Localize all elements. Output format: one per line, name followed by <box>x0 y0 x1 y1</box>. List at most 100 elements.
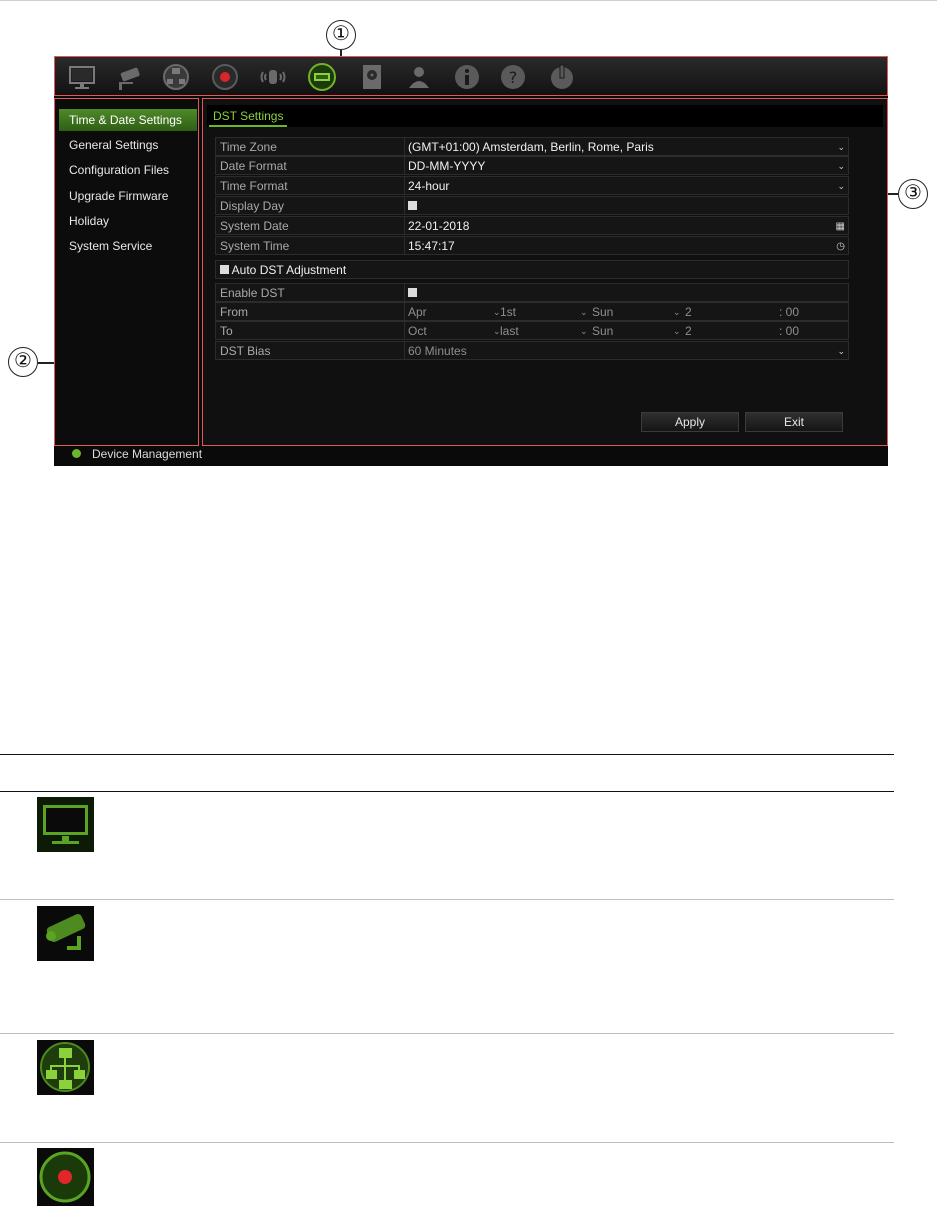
row-to: To Oct ⌄ last ⌄ Sun ⌄ 2 : 00 <box>215 321 849 340</box>
from-day-select[interactable]: Sun <box>592 303 613 322</box>
system-time-field[interactable]: 15:47:17 <box>408 237 844 256</box>
from-label: From <box>220 305 248 319</box>
device-management-icon <box>72 449 81 458</box>
storage-icon[interactable] <box>357 62 387 92</box>
monitor-icon <box>37 797 94 852</box>
enable-dst-label: Enable DST <box>220 286 285 300</box>
row-divider <box>404 303 405 320</box>
apply-button[interactable]: Apply <box>641 412 739 432</box>
chevron-down-icon: ⌄ <box>837 346 845 356</box>
network-icon <box>37 1040 94 1095</box>
time-format-select[interactable]: 24-hour <box>408 177 844 196</box>
table-header-rule <box>0 791 894 792</box>
callout-3: ③ <box>898 179 928 209</box>
time-format-label: Time Format <box>220 179 288 193</box>
system-date-label: System Date <box>220 219 289 233</box>
from-minute-field[interactable]: : 00 <box>779 303 799 322</box>
power-icon[interactable] <box>547 62 577 92</box>
settings-panel: DST Settings Time Zone (GMT+01:00) Amste… <box>202 98 888 446</box>
system-date-field[interactable]: 22-01-2018 <box>408 217 844 236</box>
table-top-rule <box>0 754 894 755</box>
settings-sidebar: Time & Date Settings General Settings Co… <box>54 98 199 446</box>
camera-icon <box>37 906 94 961</box>
svg-text:?: ? <box>509 68 518 87</box>
auto-dst-checkbox[interactable] <box>220 265 229 275</box>
auto-dst-label: Auto DST Adjustment <box>231 263 347 277</box>
to-minute-field[interactable]: : 00 <box>779 322 799 341</box>
row-date-format[interactable]: Date Format DD-MM-YYYY ⌄ <box>215 156 849 175</box>
exit-button[interactable]: Exit <box>745 412 843 432</box>
row-dst-bias[interactable]: DST Bias 60 Minutes ⌄ <box>215 341 849 360</box>
table-row-rule <box>0 899 894 900</box>
row-enable-dst[interactable]: Enable DST <box>215 283 849 302</box>
display-day-checkbox[interactable] <box>408 201 417 211</box>
row-time-zone[interactable]: Time Zone (GMT+01:00) Amsterdam, Berlin,… <box>215 137 849 156</box>
bottom-status-bar: Device Management <box>54 446 888 466</box>
system-time-label: System Time <box>220 239 290 253</box>
main-toolbar: ? <box>54 56 888 96</box>
from-month-select[interactable]: Apr <box>408 303 427 322</box>
time-zone-label: Time Zone <box>220 140 277 154</box>
to-hour-select[interactable]: 2 <box>685 322 692 341</box>
row-system-date[interactable]: System Date 22-01-2018 ▦ <box>215 216 849 235</box>
auto-dst-label-wrap: Auto DST Adjustment <box>220 261 400 280</box>
record-icon <box>37 1148 94 1206</box>
sidebar-item-general[interactable]: General Settings <box>59 134 197 156</box>
to-day-select[interactable]: Sun <box>592 322 613 341</box>
top-rule <box>0 0 937 1</box>
to-month-select[interactable]: Oct <box>408 322 427 341</box>
device-management-label[interactable]: Device Management <box>92 446 202 462</box>
date-format-label: Date Format <box>220 159 287 173</box>
record-icon[interactable] <box>210 62 240 92</box>
device-icon[interactable] <box>307 62 337 92</box>
row-time-format[interactable]: Time Format 24-hour ⌄ <box>215 176 849 195</box>
chevron-down-icon: ⌄ <box>580 326 588 336</box>
sidebar-item-time-date[interactable]: Time & Date Settings <box>59 109 197 131</box>
help-icon[interactable]: ? <box>498 62 528 92</box>
calendar-icon[interactable]: ▦ <box>836 217 845 236</box>
display-day-label: Display Day <box>220 199 285 213</box>
sidebar-item-holiday[interactable]: Holiday <box>59 210 197 232</box>
chevron-down-icon: ⌄ <box>837 161 845 171</box>
row-divider <box>404 284 405 301</box>
camera-icon[interactable] <box>115 62 145 92</box>
dst-bias-label: DST Bias <box>220 344 271 358</box>
clock-icon[interactable]: ◷ <box>836 237 845 256</box>
enable-dst-value <box>408 284 844 303</box>
info-icon[interactable] <box>452 62 482 92</box>
dst-bias-select[interactable]: 60 Minutes <box>408 342 844 361</box>
enable-dst-checkbox[interactable] <box>408 288 417 298</box>
row-divider <box>404 138 405 155</box>
chevron-down-icon: ⌄ <box>673 307 681 317</box>
from-week-select[interactable]: 1st <box>500 303 516 322</box>
table-row-rule <box>0 1033 894 1034</box>
tab-dst-settings[interactable]: DST Settings <box>209 107 288 127</box>
from-hour-select[interactable]: 2 <box>685 303 692 322</box>
row-divider <box>404 237 405 254</box>
table-row-rule <box>0 1142 894 1143</box>
row-divider <box>404 322 405 339</box>
sidebar-item-config-files[interactable]: Configuration Files <box>59 159 197 181</box>
chevron-down-icon: ⌄ <box>580 307 588 317</box>
time-zone-select[interactable]: (GMT+01:00) Amsterdam, Berlin, Rome, Par… <box>408 138 844 157</box>
row-system-time[interactable]: System Time 15:47:17 ◷ <box>215 236 849 255</box>
tab-bar: DST Settings <box>207 105 883 127</box>
alarm-icon[interactable] <box>258 62 288 92</box>
callout-2: ② <box>8 347 38 377</box>
to-label: To <box>220 324 233 338</box>
to-week-select[interactable]: last <box>500 322 519 341</box>
network-icon[interactable] <box>161 62 191 92</box>
row-display-day[interactable]: Display Day <box>215 196 849 215</box>
display-day-value <box>408 197 844 216</box>
callout-1: ① <box>326 20 356 50</box>
row-auto-dst[interactable]: Auto DST Adjustment <box>215 260 849 279</box>
sidebar-item-upgrade[interactable]: Upgrade Firmware <box>59 185 197 207</box>
row-divider <box>404 157 405 174</box>
sidebar-item-system-service[interactable]: System Service <box>59 235 197 257</box>
date-format-select[interactable]: DD-MM-YYYY <box>408 157 844 176</box>
row-from: From Apr ⌄ 1st ⌄ Sun ⌄ 2 : 00 <box>215 302 849 321</box>
row-divider <box>404 197 405 214</box>
user-icon[interactable] <box>404 62 434 92</box>
monitor-icon[interactable] <box>67 62 97 92</box>
row-divider <box>404 177 405 194</box>
